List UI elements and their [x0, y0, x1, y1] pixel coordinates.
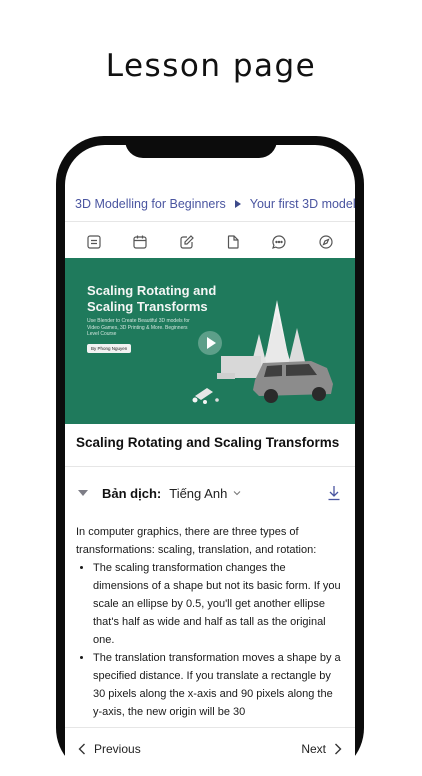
- content-intro: In computer graphics, there are three ty…: [76, 526, 317, 556]
- video-author-badge: By Phong Nguyen: [87, 344, 132, 353]
- page-heading: Lesson page: [105, 48, 317, 84]
- document-icon[interactable]: [83, 231, 105, 253]
- list-item: The scaling transformation changes the d…: [93, 559, 342, 649]
- content-bullet-list: The scaling transformation changes the d…: [76, 559, 342, 721]
- chevron-left-icon: [78, 743, 85, 755]
- chevron-down-icon[interactable]: [233, 489, 241, 497]
- file-icon[interactable]: [222, 231, 244, 253]
- lesson-title: Scaling Rotating and Scaling Transforms: [76, 435, 340, 450]
- previous-label: Previous: [94, 742, 141, 756]
- lesson-navigation: Previous Next: [65, 727, 355, 770]
- collapse-triangle-icon[interactable]: [78, 490, 88, 496]
- divider: [65, 466, 355, 467]
- next-button[interactable]: Next: [288, 742, 355, 756]
- car-scene-illustration: [192, 300, 333, 404]
- divider: [65, 221, 355, 222]
- phone-screen: 3D Modelling for Beginners Your first 3D…: [65, 145, 355, 776]
- chat-icon[interactable]: [268, 231, 290, 253]
- download-icon[interactable]: [327, 485, 341, 501]
- video-subtitle: Use Blender to Create Beautiful 3D model…: [87, 318, 190, 337]
- language-select[interactable]: Tiếng Anh: [169, 486, 227, 501]
- calendar-icon[interactable]: [129, 231, 151, 253]
- chevron-right-icon: [335, 743, 342, 755]
- previous-button[interactable]: Previous: [65, 742, 154, 756]
- phone-notch: [125, 136, 277, 158]
- phone-frame: 3D Modelling for Beginners Your first 3D…: [56, 136, 364, 776]
- breadcrumb-separator-icon: [234, 200, 241, 208]
- compass-icon[interactable]: [315, 231, 337, 253]
- breadcrumb-course[interactable]: 3D Modelling for Beginners: [65, 197, 226, 211]
- lesson-toolbar: [65, 227, 355, 257]
- breadcrumb: 3D Modelling for Beginners Your first 3D…: [65, 191, 355, 217]
- breadcrumb-lesson[interactable]: Your first 3D model: [250, 197, 355, 211]
- lesson-content: In computer graphics, there are three ty…: [76, 523, 342, 721]
- list-item: The translation transformation moves a s…: [93, 649, 342, 721]
- translation-label: Bản dịch:: [102, 485, 162, 501]
- next-label: Next: [301, 742, 326, 756]
- edit-icon[interactable]: [176, 231, 198, 253]
- translation-row: Bản dịch: Tiếng Anh: [65, 477, 355, 509]
- video-player[interactable]: Scaling Rotating and Scaling Transforms …: [65, 258, 355, 424]
